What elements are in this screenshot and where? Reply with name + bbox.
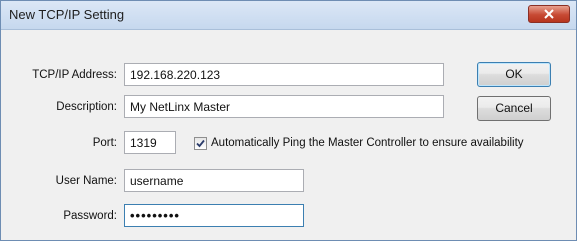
ip-address-input[interactable]: [124, 63, 444, 86]
title-bar[interactable]: New TCP/IP Setting: [1, 1, 576, 30]
window-title: New TCP/IP Setting: [9, 7, 125, 22]
dialog-window: New TCP/IP Setting TCP/IP Address: Descr…: [0, 0, 577, 241]
password-input[interactable]: •••••••••: [124, 204, 304, 227]
ping-checkbox-label[interactable]: Automatically Ping the Master Controller…: [211, 137, 524, 149]
cancel-button[interactable]: Cancel: [477, 96, 551, 121]
description-input[interactable]: [124, 95, 444, 118]
ok-button[interactable]: OK: [477, 62, 551, 87]
port-label: Port:: [92, 137, 117, 149]
ip-address-label: TCP/IP Address:: [32, 69, 117, 81]
ping-checkbox[interactable]: [194, 137, 207, 150]
username-label: User Name:: [55, 175, 117, 187]
dialog-body: TCP/IP Address: Description: Port: Autom…: [1, 30, 576, 240]
checkmark-icon: [196, 139, 205, 148]
description-label: Description:: [56, 101, 117, 113]
password-label: Password:: [63, 210, 117, 222]
close-button[interactable]: [528, 5, 570, 23]
close-x-icon: [544, 9, 554, 19]
port-input[interactable]: [124, 131, 176, 154]
username-input[interactable]: [124, 169, 304, 192]
